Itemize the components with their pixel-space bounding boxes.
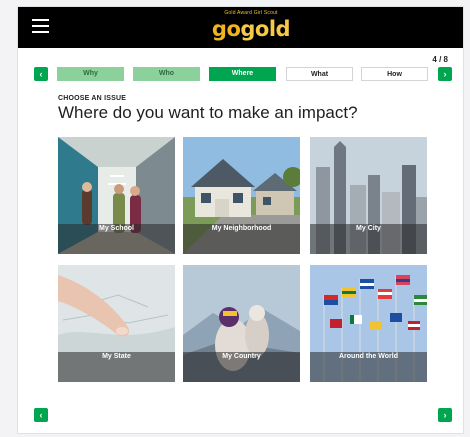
tab-who[interactable]: Who [133,67,200,81]
tab-how[interactable]: How [361,67,428,81]
chevron-right-icon: › [443,410,447,420]
top-bar: Gold Award Girl Scout gogold [18,7,463,48]
prev-step-button[interactable]: ‹ [34,67,48,81]
step-counter: 4 / 8 [432,55,448,64]
card-label: My School [98,225,134,232]
card-label: Around the World [339,353,398,360]
chevron-left-icon: ‹ [39,410,43,420]
card-label: My City [356,225,381,232]
page-title: Where do you want to make an impact? [58,103,358,122]
chevron-right-icon: › [443,69,447,79]
next-step-button[interactable]: › [438,67,452,81]
gogold-logo[interactable]: Gold Award Girl Scout gogold [201,10,301,46]
tab-what[interactable]: What [286,67,353,81]
tab-where[interactable]: Where [209,67,276,81]
card-around-the-world[interactable]: Around the World [310,265,427,382]
app-window: Gold Award Girl Scout gogold 4 / 8 ‹ Why… [17,6,464,434]
card-my-neighborhood[interactable]: My Neighborhood [183,137,300,254]
card-label: My Country [222,353,261,360]
card-label: My Neighborhood [211,225,272,232]
section-kicker: CHOOSE AN ISSUE [58,95,127,102]
prev-page-button[interactable]: ‹ [34,408,48,422]
card-my-state[interactable]: My State [58,265,175,382]
next-page-button[interactable]: › [438,408,452,422]
logo-tagline: Gold Award Girl Scout [224,10,278,16]
card-my-country[interactable]: My Country [183,265,300,382]
logo-wordmark: gogold [211,17,291,41]
chevron-left-icon: ‹ [39,69,43,79]
card-label: My State [102,353,131,360]
card-my-school[interactable]: My School [58,137,175,254]
hamburger-icon[interactable] [32,19,49,34]
tab-why[interactable]: Why [57,67,124,81]
card-my-city[interactable]: My City [310,137,427,254]
